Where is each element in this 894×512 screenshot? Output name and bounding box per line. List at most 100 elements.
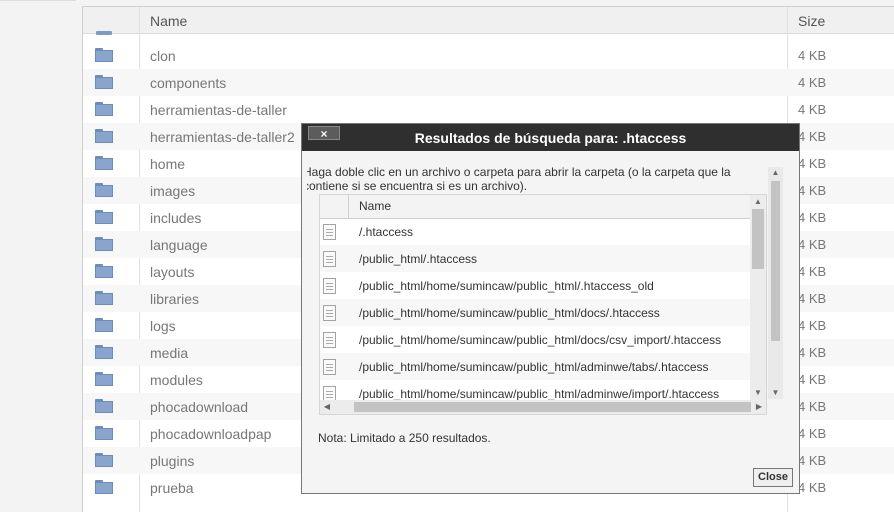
dialog-titlebar: × Resultados de búsqueda para: .htaccess xyxy=(302,124,799,151)
table-row[interactable]: clon 4 KB xyxy=(83,42,894,69)
list-item[interactable]: /public_html/home/sumincaw/public_html/.… xyxy=(320,272,750,299)
folder-icon xyxy=(95,237,113,251)
folder-icon xyxy=(95,156,113,170)
file-name: phocadownloadpap xyxy=(150,426,272,442)
file-size: 4 KB xyxy=(798,399,827,414)
file-name: images xyxy=(150,183,196,199)
dialog-scrollbar[interactable]: ▲ ▼ xyxy=(768,167,783,399)
folder-icon xyxy=(95,210,113,224)
list-item[interactable]: /public_html/home/sumincaw/public_html/a… xyxy=(320,353,750,380)
search-results-dialog: × Resultados de búsqueda para: .htaccess… xyxy=(301,123,800,494)
file-size: 4 KB xyxy=(798,318,827,333)
file-size: 4 KB xyxy=(798,129,827,144)
file-size: 4 KB xyxy=(798,345,827,360)
dialog-body: Haga doble clic en un archivo o carpeta … xyxy=(302,151,799,493)
file-size: 4 KB xyxy=(798,264,827,279)
file-name: includes xyxy=(150,210,202,226)
folder-icon xyxy=(95,102,113,116)
file-size: 4 KB xyxy=(798,237,827,252)
results-list: Name /.htaccess/public_html/.htaccess/pu… xyxy=(319,194,767,415)
file-name: phocadownload xyxy=(150,399,249,415)
folder-icon xyxy=(95,399,113,413)
file-name: media xyxy=(150,345,189,361)
file-size: 4 KB xyxy=(798,48,827,63)
list-item[interactable]: /.htaccess xyxy=(320,218,750,245)
folder-icon xyxy=(95,372,113,386)
file-size: 4 KB xyxy=(798,453,827,468)
file-name: prueba xyxy=(150,480,194,496)
close-button[interactable]: Close xyxy=(753,468,793,487)
table-row[interactable]: herramientas-de-taller 4 KB xyxy=(83,96,894,123)
file-name: plugins xyxy=(150,453,195,469)
result-path: /public_html/.htaccess xyxy=(359,252,478,266)
file-list-header: Name Size xyxy=(83,7,894,34)
scroll-right-icon[interactable]: ▶ xyxy=(752,400,766,414)
file-name: modules xyxy=(150,372,203,388)
file-name: logs xyxy=(150,318,176,334)
results-vertical-scrollbar[interactable]: ▲ ▼ xyxy=(750,195,766,400)
file-size: 4 KB xyxy=(798,480,827,495)
file-size: 4 KB xyxy=(798,183,827,198)
folder-icon xyxy=(95,426,113,440)
folder-icon xyxy=(95,291,113,305)
left-panel xyxy=(0,0,80,511)
results-header: Name xyxy=(320,195,766,219)
folder-icon xyxy=(95,129,113,143)
list-item[interactable]: /public_html/home/sumincaw/public_html/d… xyxy=(320,299,750,326)
document-icon xyxy=(323,251,336,267)
file-name: home xyxy=(150,156,186,172)
scroll-up-icon[interactable]: ▲ xyxy=(768,167,783,179)
document-icon xyxy=(323,224,336,240)
file-size: 4 KB xyxy=(798,102,827,117)
file-name: layouts xyxy=(150,264,195,280)
file-name: components xyxy=(150,75,227,91)
results-column-name[interactable]: Name xyxy=(359,199,391,213)
folder-icon xyxy=(95,183,113,197)
results-rows: /.htaccess/public_html/.htaccess/public_… xyxy=(320,218,750,407)
folder-icon xyxy=(95,453,113,467)
scroll-down-icon[interactable]: ▼ xyxy=(750,386,766,400)
file-name: clon xyxy=(150,48,176,64)
file-size: 4 KB xyxy=(798,372,827,387)
scroll-down-icon[interactable]: ▼ xyxy=(768,387,783,399)
result-path: /.htaccess xyxy=(359,225,414,239)
file-size: 4 KB xyxy=(798,156,827,171)
result-path: /public_html/home/sumincaw/public_html/a… xyxy=(359,360,709,374)
folder-icon xyxy=(95,48,113,62)
file-size: 4 KB xyxy=(798,291,827,306)
file-size: 4 KB xyxy=(798,75,827,90)
file-name: language xyxy=(150,237,208,253)
column-header-size[interactable]: Size xyxy=(798,13,825,29)
results-horizontal-scrollbar[interactable]: ◀ ▶ xyxy=(320,400,766,414)
scrollbar-thumb[interactable] xyxy=(354,402,751,412)
file-size: 4 KB xyxy=(798,426,827,441)
list-item[interactable]: /public_html/.htaccess xyxy=(320,245,750,272)
folder-icon xyxy=(95,75,113,89)
file-size: 4 KB xyxy=(798,210,827,225)
table-row[interactable]: components 4 KB xyxy=(83,69,894,96)
column-header-name[interactable]: Name xyxy=(150,13,187,29)
document-icon xyxy=(323,278,336,294)
list-item[interactable]: /public_html/home/sumincaw/public_html/d… xyxy=(320,326,750,353)
folder-icon xyxy=(96,31,112,35)
result-path: /public_html/home/sumincaw/public_html/a… xyxy=(359,387,720,401)
folder-icon xyxy=(95,318,113,332)
folder-icon xyxy=(95,345,113,359)
folder-icon xyxy=(95,480,113,494)
scroll-up-icon[interactable]: ▲ xyxy=(750,195,766,209)
results-limit-note: Nota: Limitado a 250 resultados. xyxy=(318,431,491,445)
document-icon xyxy=(323,332,336,348)
result-path: /public_html/home/sumincaw/public_html/d… xyxy=(359,306,660,320)
document-icon xyxy=(323,305,336,321)
instructions-text: Haga doble clic en un archivo o carpeta … xyxy=(307,165,731,193)
instructions-viewport: Haga doble clic en un archivo o carpeta … xyxy=(307,165,749,195)
result-path: /public_html/home/sumincaw/public_html/.… xyxy=(359,279,654,293)
file-name: herramientas-de-taller2 xyxy=(150,129,295,145)
scrollbar-thumb[interactable] xyxy=(752,209,764,269)
file-name: herramientas-de-taller xyxy=(150,102,287,118)
dialog-title: Resultados de búsqueda para: .htaccess xyxy=(414,130,687,146)
scroll-left-icon[interactable]: ◀ xyxy=(320,400,334,414)
folder-icon xyxy=(95,264,113,278)
scrollbar-thumb[interactable] xyxy=(771,181,780,341)
file-name: libraries xyxy=(150,291,200,307)
